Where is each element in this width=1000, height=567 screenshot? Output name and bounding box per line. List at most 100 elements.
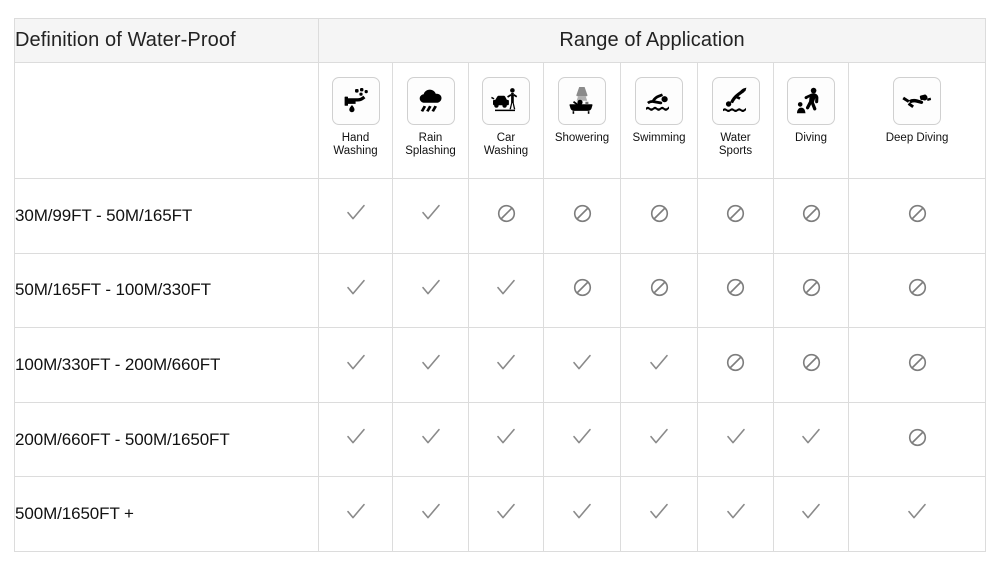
water-sports-dive-icon bbox=[711, 77, 760, 126]
check-icon bbox=[799, 425, 823, 449]
cell-water-sports bbox=[697, 327, 774, 403]
prohibited-icon bbox=[573, 204, 592, 223]
shower-bath-icon bbox=[558, 77, 606, 126]
prohibited-icon bbox=[908, 204, 927, 223]
check-icon bbox=[799, 500, 823, 524]
column-label: Diving bbox=[795, 132, 827, 145]
check-icon bbox=[419, 201, 443, 225]
cell-diving bbox=[773, 476, 849, 552]
column-label: Car Washing bbox=[483, 132, 529, 157]
prohibited-icon bbox=[908, 428, 927, 447]
cell-deep-diving bbox=[847, 327, 987, 403]
column-label: Rain Splashing bbox=[405, 132, 456, 157]
cell-diving bbox=[773, 401, 849, 478]
column-header-swimming: Swimming bbox=[620, 62, 698, 180]
prohibited-icon bbox=[573, 278, 592, 297]
water-resistance-table-page: Definition of Water-Proof Range of Appli… bbox=[0, 0, 1000, 567]
table-row: 30M/99FT - 50M/165FT bbox=[14, 178, 987, 254]
column-label: Deep Diving bbox=[885, 132, 949, 145]
prohibited-icon bbox=[497, 204, 516, 223]
check-icon bbox=[344, 425, 368, 449]
range-label: 500M/1650FT + bbox=[14, 476, 319, 552]
prohibited-icon bbox=[908, 353, 927, 372]
cell-hand-washing bbox=[318, 401, 393, 478]
prohibited-icon bbox=[650, 278, 669, 297]
check-icon bbox=[494, 276, 518, 300]
cell-hand-washing bbox=[318, 476, 393, 552]
column-header-car-washing: Car Washing bbox=[468, 62, 544, 180]
column-header-showering: Showering bbox=[543, 62, 621, 180]
cell-car-washing bbox=[468, 252, 544, 329]
cell-showering bbox=[543, 327, 621, 403]
cell-hand-washing bbox=[318, 327, 393, 403]
column-header-water-sports: Water Sports bbox=[697, 62, 774, 180]
check-icon bbox=[419, 500, 443, 524]
cell-hand-washing bbox=[318, 252, 393, 329]
range-label: 100M/330FT - 200M/660FT bbox=[14, 327, 319, 403]
check-icon bbox=[419, 425, 443, 449]
prohibited-icon bbox=[802, 353, 821, 372]
column-header-deep-diving: Deep Diving bbox=[847, 62, 987, 180]
scuba-deep-diver-icon bbox=[893, 77, 942, 126]
cell-swimming bbox=[620, 252, 698, 329]
table-row: 50M/165FT - 100M/330FT bbox=[14, 252, 987, 329]
cell-rain-splashing bbox=[392, 401, 469, 478]
prohibited-icon bbox=[802, 204, 821, 223]
cell-deep-diving bbox=[847, 476, 987, 552]
check-icon bbox=[647, 425, 671, 449]
check-icon bbox=[419, 276, 443, 300]
cell-deep-diving bbox=[847, 401, 987, 478]
range-label: 30M/99FT - 50M/165FT bbox=[14, 178, 319, 254]
cell-car-washing bbox=[468, 401, 544, 478]
cell-showering bbox=[543, 401, 621, 478]
water-resistance-table: Definition of Water-Proof Range of Appli… bbox=[14, 17, 987, 552]
check-icon bbox=[905, 500, 929, 524]
check-icon bbox=[494, 351, 518, 375]
cell-water-sports bbox=[697, 476, 774, 552]
check-icon bbox=[344, 500, 368, 524]
cell-swimming bbox=[620, 401, 698, 478]
table-row: 500M/1650FT + bbox=[14, 476, 987, 552]
cell-rain-splashing bbox=[392, 476, 469, 552]
cell-showering bbox=[543, 476, 621, 552]
check-icon bbox=[724, 425, 748, 449]
swimmer-icon bbox=[635, 77, 683, 126]
header-blank-cell bbox=[14, 62, 319, 180]
prohibited-icon bbox=[650, 204, 669, 223]
cell-diving bbox=[773, 252, 849, 329]
cell-water-sports bbox=[697, 401, 774, 478]
car-washing-icon bbox=[482, 77, 530, 126]
rain-cloud-icon bbox=[406, 77, 455, 126]
diver-icon bbox=[787, 77, 835, 126]
prohibited-icon bbox=[802, 278, 821, 297]
column-header-diving: Diving bbox=[773, 62, 849, 180]
column-label: Water Sports bbox=[718, 132, 753, 157]
check-icon bbox=[419, 351, 443, 375]
prohibited-icon bbox=[726, 278, 745, 297]
cell-diving bbox=[773, 327, 849, 403]
check-icon bbox=[724, 500, 748, 524]
check-icon bbox=[570, 500, 594, 524]
cell-showering bbox=[543, 252, 621, 329]
column-header-rain-splashing: Rain Splashing bbox=[392, 62, 469, 180]
table-row: 100M/330FT - 200M/660FT bbox=[14, 327, 987, 403]
prohibited-icon bbox=[908, 278, 927, 297]
cell-diving bbox=[773, 178, 849, 254]
check-icon bbox=[344, 276, 368, 300]
definition-header-title: Definition of Water-Proof bbox=[14, 17, 319, 64]
table-row: 200M/660FT - 500M/1650FT bbox=[14, 401, 987, 478]
column-label: Swimming bbox=[632, 132, 686, 145]
range-label: 50M/165FT - 100M/330FT bbox=[14, 252, 319, 329]
check-icon bbox=[494, 425, 518, 449]
column-label: Showering bbox=[554, 132, 610, 145]
cell-car-washing bbox=[468, 476, 544, 552]
check-icon bbox=[494, 500, 518, 524]
cell-deep-diving bbox=[847, 252, 987, 329]
table-title-row: Definition of Water-Proof Range of Appli… bbox=[14, 17, 987, 64]
cell-rain-splashing bbox=[392, 327, 469, 403]
table-icon-header-row: Hand Washing Rain Splashing Car Washing … bbox=[14, 62, 987, 180]
range-label: 200M/660FT - 500M/1650FT bbox=[14, 401, 319, 478]
column-label: Hand Washing bbox=[333, 132, 378, 157]
cell-deep-diving bbox=[847, 178, 987, 254]
prohibited-icon bbox=[726, 353, 745, 372]
